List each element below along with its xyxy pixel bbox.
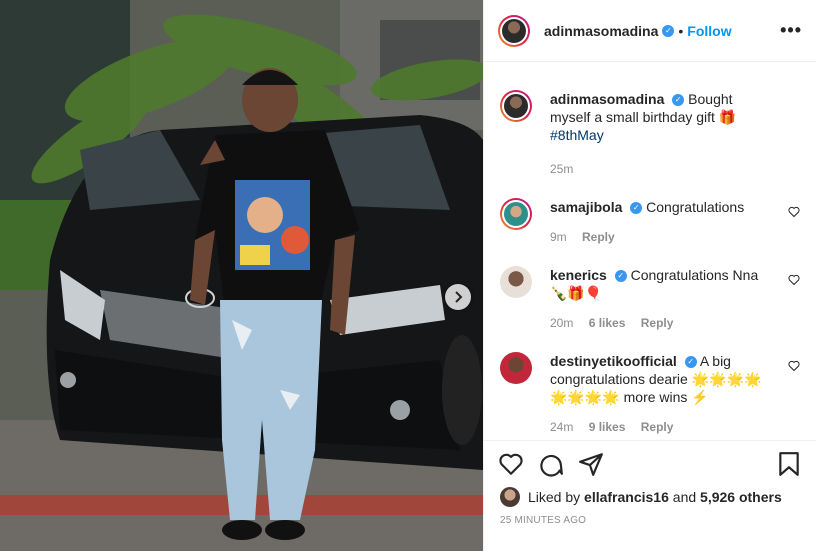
verified-icon: ✓ bbox=[614, 270, 627, 283]
post-header: adinmasomadina ✓ • Follow ••• bbox=[484, 0, 816, 62]
next-photo-button[interactable] bbox=[445, 284, 471, 310]
like-comment-heart-icon[interactable] bbox=[788, 274, 800, 286]
heart-icon[interactable] bbox=[498, 451, 524, 477]
verified-icon: ✓ bbox=[630, 202, 643, 215]
comment-item: samajibola ✓ Congratulations 9m Reply bbox=[500, 178, 800, 246]
comment-time[interactable]: 20m bbox=[550, 316, 573, 330]
comment-likes[interactable]: 6 likes bbox=[589, 316, 626, 330]
comment-likes[interactable]: 9 likes bbox=[589, 420, 626, 434]
comment-time[interactable]: 24m bbox=[550, 420, 573, 434]
like-comment-heart-icon[interactable] bbox=[788, 360, 800, 372]
author-avatar[interactable] bbox=[498, 14, 530, 47]
likes-count[interactable]: 5,926 others bbox=[700, 489, 782, 505]
comments-list[interactable]: adinmasomadina ✓ Bought myself a small b… bbox=[484, 62, 816, 439]
comment-username[interactable]: samajibola bbox=[550, 199, 622, 215]
commenter-avatar[interactable] bbox=[500, 266, 532, 298]
liker-username[interactable]: ellafrancis16 bbox=[584, 489, 669, 505]
comment-time[interactable]: 9m bbox=[550, 230, 567, 244]
caption-avatar[interactable] bbox=[500, 90, 532, 122]
follow-button[interactable]: Follow bbox=[687, 23, 731, 39]
reply-button[interactable]: Reply bbox=[582, 230, 615, 244]
like-comment-heart-icon[interactable] bbox=[788, 206, 800, 218]
likes-prefix: Liked by bbox=[528, 489, 581, 505]
verified-icon: ✓ bbox=[684, 356, 697, 369]
commenter-avatar[interactable] bbox=[500, 352, 532, 384]
separator-dot: • bbox=[678, 22, 684, 39]
share-icon[interactable] bbox=[578, 451, 604, 477]
comment-item: kenerics ✓ Congratulations Nna 🍾🎁🎈 20m 6… bbox=[500, 246, 800, 332]
comment-username[interactable]: destinyetikoofficial bbox=[550, 353, 677, 369]
comment-icon[interactable] bbox=[538, 451, 564, 477]
post-photo[interactable] bbox=[0, 0, 483, 551]
liker-avatar[interactable] bbox=[500, 487, 520, 507]
post-actions: Liked by ellafrancis16 and 5,926 others … bbox=[484, 440, 816, 526]
reply-button[interactable]: Reply bbox=[641, 316, 674, 330]
author-username[interactable]: adinmasomadina bbox=[544, 23, 658, 39]
bookmark-icon[interactable] bbox=[776, 451, 802, 477]
commenter-avatar[interactable] bbox=[500, 198, 532, 230]
caption-username[interactable]: adinmasomadina bbox=[550, 91, 664, 107]
reply-button[interactable]: Reply bbox=[641, 420, 674, 434]
caption-hashtag[interactable]: #8thMay bbox=[550, 127, 604, 143]
comment-text: Congratulations bbox=[646, 199, 745, 215]
photo-illustration bbox=[0, 0, 483, 551]
verified-icon: ✓ bbox=[672, 94, 685, 107]
comment-username[interactable]: kenerics bbox=[550, 267, 607, 283]
post-sidebar: adinmasomadina ✓ • Follow ••• adinmasoma… bbox=[483, 0, 816, 551]
more-options-icon[interactable]: ••• bbox=[780, 20, 802, 41]
comment-item: destinyetikoofficial ✓ A big congratulat… bbox=[500, 332, 800, 436]
post-timestamp[interactable]: 25 MINUTES AGO bbox=[484, 507, 816, 526]
likes-middle: and bbox=[672, 489, 697, 505]
caption: adinmasomadina ✓ Bought myself a small b… bbox=[500, 62, 800, 178]
caption-time[interactable]: 25m bbox=[550, 162, 573, 176]
verified-icon: ✓ bbox=[662, 24, 675, 37]
chevron-right-icon bbox=[455, 291, 463, 303]
likes-summary: Liked by ellafrancis16 and 5,926 others bbox=[484, 477, 816, 507]
